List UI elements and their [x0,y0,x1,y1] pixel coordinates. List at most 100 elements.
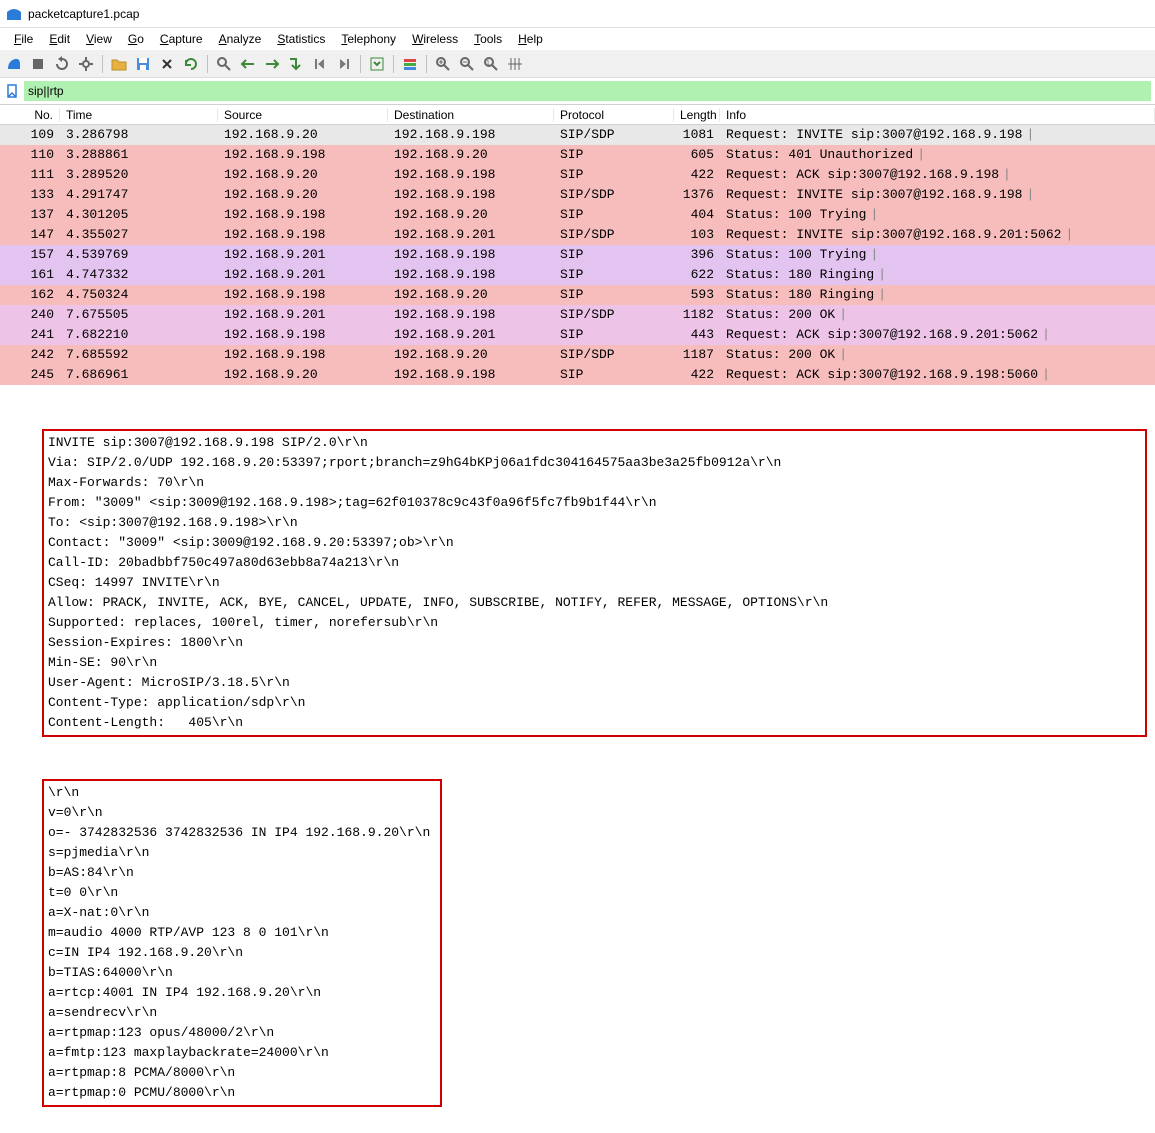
packet-row[interactable]: 1574.539769192.168.9.201192.168.9.198SIP… [0,245,1155,265]
packet-cell: 1081 [674,127,720,142]
auto-scroll-icon[interactable] [366,53,388,75]
packet-cell: 7.675505 [60,307,218,322]
packet-details-pane[interactable]: INVITE sip:3007@192.168.9.198 SIP/2.0\r\… [0,385,1155,1133]
packet-cell: 110 [0,147,60,162]
packet-cell: 240 [0,307,60,322]
last-packet-icon[interactable] [333,53,355,75]
packet-row[interactable]: 1374.301205192.168.9.198192.168.9.20SIP4… [0,205,1155,225]
find-icon[interactable] [213,53,235,75]
packet-cell: 192.168.9.201 [388,327,554,342]
packet-cell: 192.168.9.198 [388,367,554,382]
menu-telephony[interactable]: Telephony [333,29,404,49]
menu-analyze[interactable]: Analyze [211,29,270,49]
packet-cell: 162 [0,287,60,302]
packet-row[interactable]: 1624.750324192.168.9.198192.168.9.20SIP5… [0,285,1155,305]
zoom-reset-icon[interactable]: 1 [480,53,502,75]
close-file-icon[interactable] [156,53,178,75]
packet-cell: Request: INVITE sip:3007@192.168.9.198 | [720,187,1155,202]
packet-row[interactable]: 1614.747332192.168.9.201192.168.9.198SIP… [0,265,1155,285]
column-header-no[interactable]: No. [0,108,60,122]
packet-cell: 3.286798 [60,127,218,142]
packet-cell: SIP [554,247,674,262]
open-file-icon[interactable] [108,53,130,75]
menu-tools[interactable]: Tools [466,29,510,49]
packet-cell: SIP [554,147,674,162]
packet-cell: 422 [674,367,720,382]
packet-cell: 192.168.9.198 [218,347,388,362]
menu-capture[interactable]: Capture [152,29,211,49]
zoom-in-icon[interactable] [432,53,454,75]
packet-cell: 192.168.9.20 [218,367,388,382]
packet-cell: 192.168.9.201 [218,267,388,282]
save-file-icon[interactable] [132,53,154,75]
main-toolbar: 1 [0,50,1155,78]
menu-help[interactable]: Help [510,29,551,49]
packet-cell: 4.355027 [60,227,218,242]
packet-cell: 192.168.9.198 [388,187,554,202]
packet-row[interactable]: 1334.291747192.168.9.20192.168.9.198SIP/… [0,185,1155,205]
packet-row[interactable]: 1093.286798192.168.9.20192.168.9.198SIP/… [0,125,1155,145]
packet-cell: 7.686961 [60,367,218,382]
column-header-protocol[interactable]: Protocol [554,108,674,122]
column-header-source[interactable]: Source [218,108,388,122]
go-forward-icon[interactable] [261,53,283,75]
column-header-length[interactable]: Length [674,108,720,122]
packet-cell: SIP/SDP [554,347,674,362]
menu-view[interactable]: View [78,29,120,49]
resize-columns-icon[interactable] [504,53,526,75]
packet-cell: 137 [0,207,60,222]
packet-row[interactable]: 1113.289520192.168.9.20192.168.9.198SIP4… [0,165,1155,185]
packet-cell: Status: 180 Ringing | [720,287,1155,302]
reload-icon[interactable] [180,53,202,75]
packet-cell: 111 [0,167,60,182]
go-to-packet-icon[interactable] [285,53,307,75]
filter-bookmark-icon[interactable] [4,83,20,99]
menu-file[interactable]: File [6,29,41,49]
packet-row[interactable]: 2427.685592192.168.9.198192.168.9.20SIP/… [0,345,1155,365]
packet-cell: 192.168.9.198 [388,267,554,282]
packet-cell: Status: 200 OK | [720,347,1155,362]
packet-cell: 192.168.9.198 [388,167,554,182]
packet-cell: 192.168.9.198 [218,227,388,242]
first-packet-icon[interactable] [309,53,331,75]
packet-row[interactable]: 2417.682210192.168.9.198192.168.9.201SIP… [0,325,1155,345]
start-capture-icon[interactable] [3,53,25,75]
menu-go[interactable]: Go [120,29,152,49]
window-titlebar: packetcapture1.pcap [0,0,1155,28]
packet-cell: 7.682210 [60,327,218,342]
menu-statistics[interactable]: Statistics [269,29,333,49]
packet-cell: 7.685592 [60,347,218,362]
packet-cell: Request: INVITE sip:3007@192.168.9.198 | [720,127,1155,142]
packet-row[interactable]: 1474.355027192.168.9.198192.168.9.201SIP… [0,225,1155,245]
packet-list-pane[interactable]: No.TimeSourceDestinationProtocolLengthIn… [0,104,1155,385]
menu-wireless[interactable]: Wireless [404,29,466,49]
restart-capture-icon[interactable] [51,53,73,75]
menu-edit[interactable]: Edit [41,29,78,49]
packet-row[interactable]: 2407.675505192.168.9.201192.168.9.198SIP… [0,305,1155,325]
packet-cell: 157 [0,247,60,262]
menubar: FileEditViewGoCaptureAnalyzeStatisticsTe… [0,28,1155,50]
packet-cell: Status: 200 OK | [720,307,1155,322]
capture-options-icon[interactable] [75,53,97,75]
display-filter-input[interactable] [24,81,1151,101]
packet-cell: Status: 401 Unauthorized | [720,147,1155,162]
zoom-out-icon[interactable] [456,53,478,75]
column-header-destination[interactable]: Destination [388,108,554,122]
stop-capture-icon[interactable] [27,53,49,75]
packet-cell: 192.168.9.198 [388,127,554,142]
packet-cell: 4.750324 [60,287,218,302]
packet-row[interactable]: 1103.288861192.168.9.198192.168.9.20SIP6… [0,145,1155,165]
colorize-icon[interactable] [399,53,421,75]
packet-cell: 3.288861 [60,147,218,162]
go-back-icon[interactable] [237,53,259,75]
packet-cell: 109 [0,127,60,142]
toolbar-separator [207,55,208,73]
packet-cell: SIP [554,267,674,282]
packet-cell: 192.168.9.201 [218,247,388,262]
column-header-info[interactable]: Info [720,108,1155,122]
column-header-time[interactable]: Time [60,108,218,122]
packet-row[interactable]: 2457.686961192.168.9.20192.168.9.198SIP4… [0,365,1155,385]
sdp-body-block: \r\n v=0\r\n o=- 3742832536 3742832536 I… [42,779,442,1107]
packet-cell: Request: ACK sip:3007@192.168.9.201:5062… [720,327,1155,342]
packet-cell: 422 [674,167,720,182]
